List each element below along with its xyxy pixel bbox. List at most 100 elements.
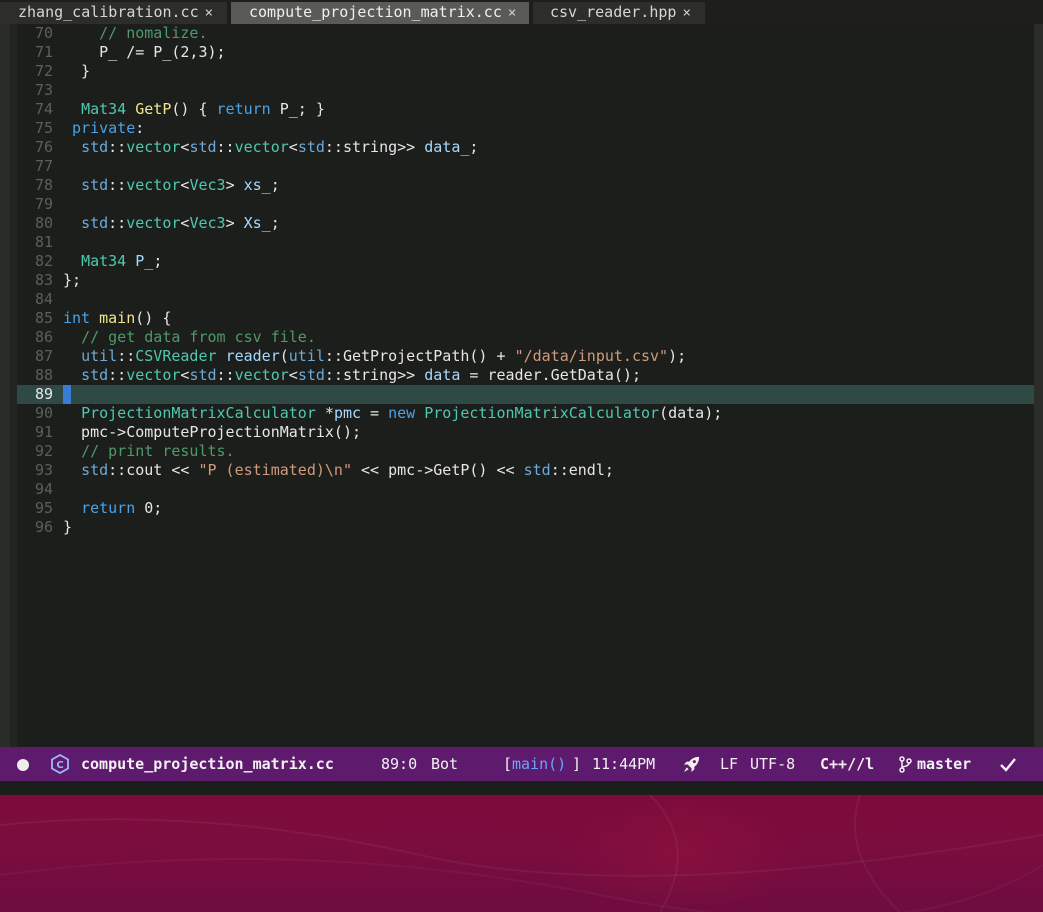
line-ending[interactable]: LF bbox=[720, 751, 738, 777]
code-text: }; bbox=[63, 271, 82, 289]
line-number: 72 bbox=[34, 62, 53, 80]
code-line[interactable]: 79 bbox=[17, 195, 1034, 214]
modified-dot-icon bbox=[17, 759, 29, 771]
code-text: P_ /= P_(2,3); bbox=[63, 43, 226, 61]
code-text: } bbox=[63, 62, 91, 80]
mode-line: C compute_projection_matrix.cc 89:0 Bot … bbox=[0, 747, 1043, 781]
code-text: int main() { bbox=[63, 309, 172, 327]
code-line[interactable]: 89 bbox=[17, 385, 1034, 404]
code-line[interactable]: 76 std::vector<std::vector<std::string>>… bbox=[17, 138, 1034, 157]
code-line[interactable]: 93 std::cout << "P (estimated)\n" << pmc… bbox=[17, 461, 1034, 480]
line-number: 75 bbox=[34, 119, 53, 137]
close-icon[interactable]: × bbox=[508, 5, 516, 21]
code-line[interactable]: 91 pmc->ComputeProjectionMatrix(); bbox=[17, 423, 1034, 442]
code-line[interactable]: 71 P_ /= P_(2,3); bbox=[17, 43, 1034, 62]
line-number: 95 bbox=[34, 499, 53, 517]
code-line[interactable]: 87 util::CSVReader reader(util::GetProje… bbox=[17, 347, 1034, 366]
code-text: std::cout << "P (estimated)\n" << pmc->G… bbox=[81, 461, 614, 479]
text-cursor bbox=[63, 385, 71, 404]
code-line[interactable]: 70 // nomalize. bbox=[17, 24, 1034, 43]
code-text: Mat34 GetP() { return P_; } bbox=[81, 100, 325, 118]
rocket-icon[interactable] bbox=[682, 755, 701, 774]
cursor-position: 89:0 bbox=[381, 755, 418, 773]
line-number: 74 bbox=[34, 100, 53, 118]
left-fringe bbox=[0, 24, 10, 747]
line-number: 86 bbox=[34, 328, 53, 346]
code-text: return 0; bbox=[81, 499, 163, 517]
close-icon[interactable]: × bbox=[682, 5, 690, 21]
code-line[interactable]: 96} bbox=[17, 518, 1034, 537]
code-text: private: bbox=[72, 119, 145, 137]
line-number: 79 bbox=[34, 195, 53, 213]
left-fringe-inner bbox=[10, 24, 17, 747]
line-number: 82 bbox=[34, 252, 53, 270]
close-icon[interactable]: × bbox=[205, 5, 213, 21]
line-number: 85 bbox=[34, 309, 53, 327]
code-line[interactable]: 86 // get data from csv file. bbox=[17, 328, 1034, 347]
code-text: std::vector<std::vector<std::string>> da… bbox=[81, 366, 641, 384]
code-editor[interactable]: 70 // nomalize. 71 P_ /= P_(2,3); 72 } 73 74… bbox=[17, 24, 1034, 747]
code-text: } bbox=[63, 518, 73, 536]
line-number: 73 bbox=[34, 81, 53, 99]
line-number: 96 bbox=[34, 518, 53, 536]
tab-csv-reader[interactable]: csv_reader.hpp × bbox=[533, 2, 705, 24]
echo-area bbox=[0, 781, 1043, 795]
line-number: 92 bbox=[34, 442, 53, 460]
line-number: 70 bbox=[34, 24, 53, 42]
code-line[interactable]: 77 bbox=[17, 157, 1034, 176]
wallpaper-pattern bbox=[0, 795, 1043, 912]
tab-bar: zhang_calibration.cc × compute_projection… bbox=[0, 0, 1043, 24]
line-number: 76 bbox=[34, 138, 53, 156]
tab-compute-projection-matrix[interactable]: compute_projection_matrix.cc × bbox=[231, 2, 529, 24]
line-number: 81 bbox=[34, 233, 53, 251]
code-text: // print results. bbox=[81, 442, 235, 460]
current-function[interactable]: main() bbox=[512, 751, 566, 777]
clock: 11:44PM bbox=[592, 755, 656, 773]
git-branch-name[interactable]: master bbox=[917, 751, 971, 777]
line-number: 80 bbox=[34, 214, 53, 232]
svg-text:C: C bbox=[56, 760, 63, 771]
code-text: // get data from csv file. bbox=[81, 328, 316, 346]
tab-label: compute_projection_matrix.cc bbox=[249, 3, 502, 21]
code-text: std::vector<std::vector<std::string>> da… bbox=[81, 138, 479, 156]
code-line[interactable]: 94 bbox=[17, 480, 1034, 499]
code-line[interactable]: 95 return 0; bbox=[17, 499, 1034, 518]
line-number: 84 bbox=[34, 290, 53, 308]
code-line[interactable]: 90 ProjectionMatrixCalculator *pmc = new… bbox=[17, 404, 1034, 423]
code-line[interactable]: 84 bbox=[17, 290, 1034, 309]
code-line[interactable]: 88 std::vector<std::vector<std::string>>… bbox=[17, 366, 1034, 385]
line-number: 93 bbox=[34, 461, 53, 479]
code-line[interactable]: 73 bbox=[17, 81, 1034, 100]
line-number: 87 bbox=[34, 347, 53, 365]
line-number: 71 bbox=[34, 43, 53, 61]
right-fringe bbox=[1034, 24, 1043, 747]
file-encoding[interactable]: UTF-8 bbox=[750, 751, 795, 777]
code-line[interactable]: 72 } bbox=[17, 62, 1034, 81]
tab-zhang-calibration[interactable]: zhang_calibration.cc × bbox=[0, 2, 227, 24]
editor-window: zhang_calibration.cc × compute_projection… bbox=[0, 0, 1043, 795]
tab-label: zhang_calibration.cc bbox=[18, 3, 199, 21]
code-line[interactable]: 83}; bbox=[17, 271, 1034, 290]
code-line[interactable]: 82 Mat34 P_; bbox=[17, 252, 1034, 271]
code-line[interactable]: 85 int main() { bbox=[17, 309, 1034, 328]
c-language-icon: C bbox=[51, 754, 69, 774]
code-text: std::vector<Vec3> xs_; bbox=[81, 176, 280, 194]
code-line[interactable]: 78 std::vector<Vec3> xs_; bbox=[17, 176, 1034, 195]
line-number: 83 bbox=[34, 271, 53, 289]
code-text: std::vector<Vec3> Xs_; bbox=[81, 214, 280, 232]
desktop-wallpaper bbox=[0, 795, 1043, 912]
code-line[interactable]: 74 Mat34 GetP() { return P_; } bbox=[17, 100, 1034, 119]
code-text: util::CSVReader reader(util::GetProjectP… bbox=[81, 347, 687, 365]
function-bracket-open: [ bbox=[503, 755, 513, 773]
code-line[interactable]: 81 bbox=[17, 233, 1034, 252]
code-text: // nomalize. bbox=[99, 24, 208, 42]
major-mode[interactable]: C++//l bbox=[820, 751, 874, 777]
line-number: 77 bbox=[34, 157, 53, 175]
code-line[interactable]: 80 std::vector<Vec3> Xs_; bbox=[17, 214, 1034, 233]
code-line[interactable]: 75 private: bbox=[17, 119, 1034, 138]
git-branch-icon bbox=[899, 756, 912, 773]
scroll-position: Bot bbox=[431, 755, 459, 773]
tab-label: csv_reader.hpp bbox=[550, 3, 677, 21]
code-line[interactable]: 92 // print results. bbox=[17, 442, 1034, 461]
buffer-filename[interactable]: compute_projection_matrix.cc bbox=[81, 751, 334, 777]
